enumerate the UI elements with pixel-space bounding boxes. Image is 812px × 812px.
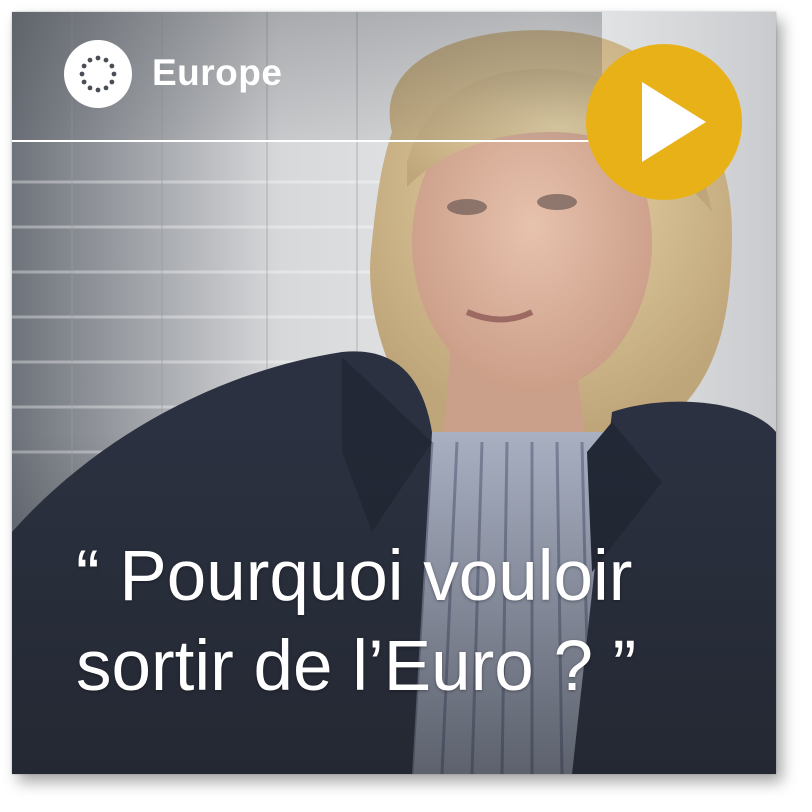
play-button[interactable] [586, 44, 742, 200]
section-label[interactable]: Europe [152, 52, 282, 94]
quote-text: “ Pourquoi vouloir sortir de l’Euro ? ” [76, 532, 766, 712]
quote-line-2: sortir de l’Euro ? ” [76, 627, 637, 706]
header-divider [12, 140, 590, 142]
video-card[interactable]: Europe “ Pourquoi vouloir sortir de l’Eu… [12, 12, 776, 774]
eu-stars-icon [64, 40, 132, 108]
quote-line-1: “ Pourquoi vouloir [76, 537, 633, 616]
play-icon [642, 82, 706, 162]
